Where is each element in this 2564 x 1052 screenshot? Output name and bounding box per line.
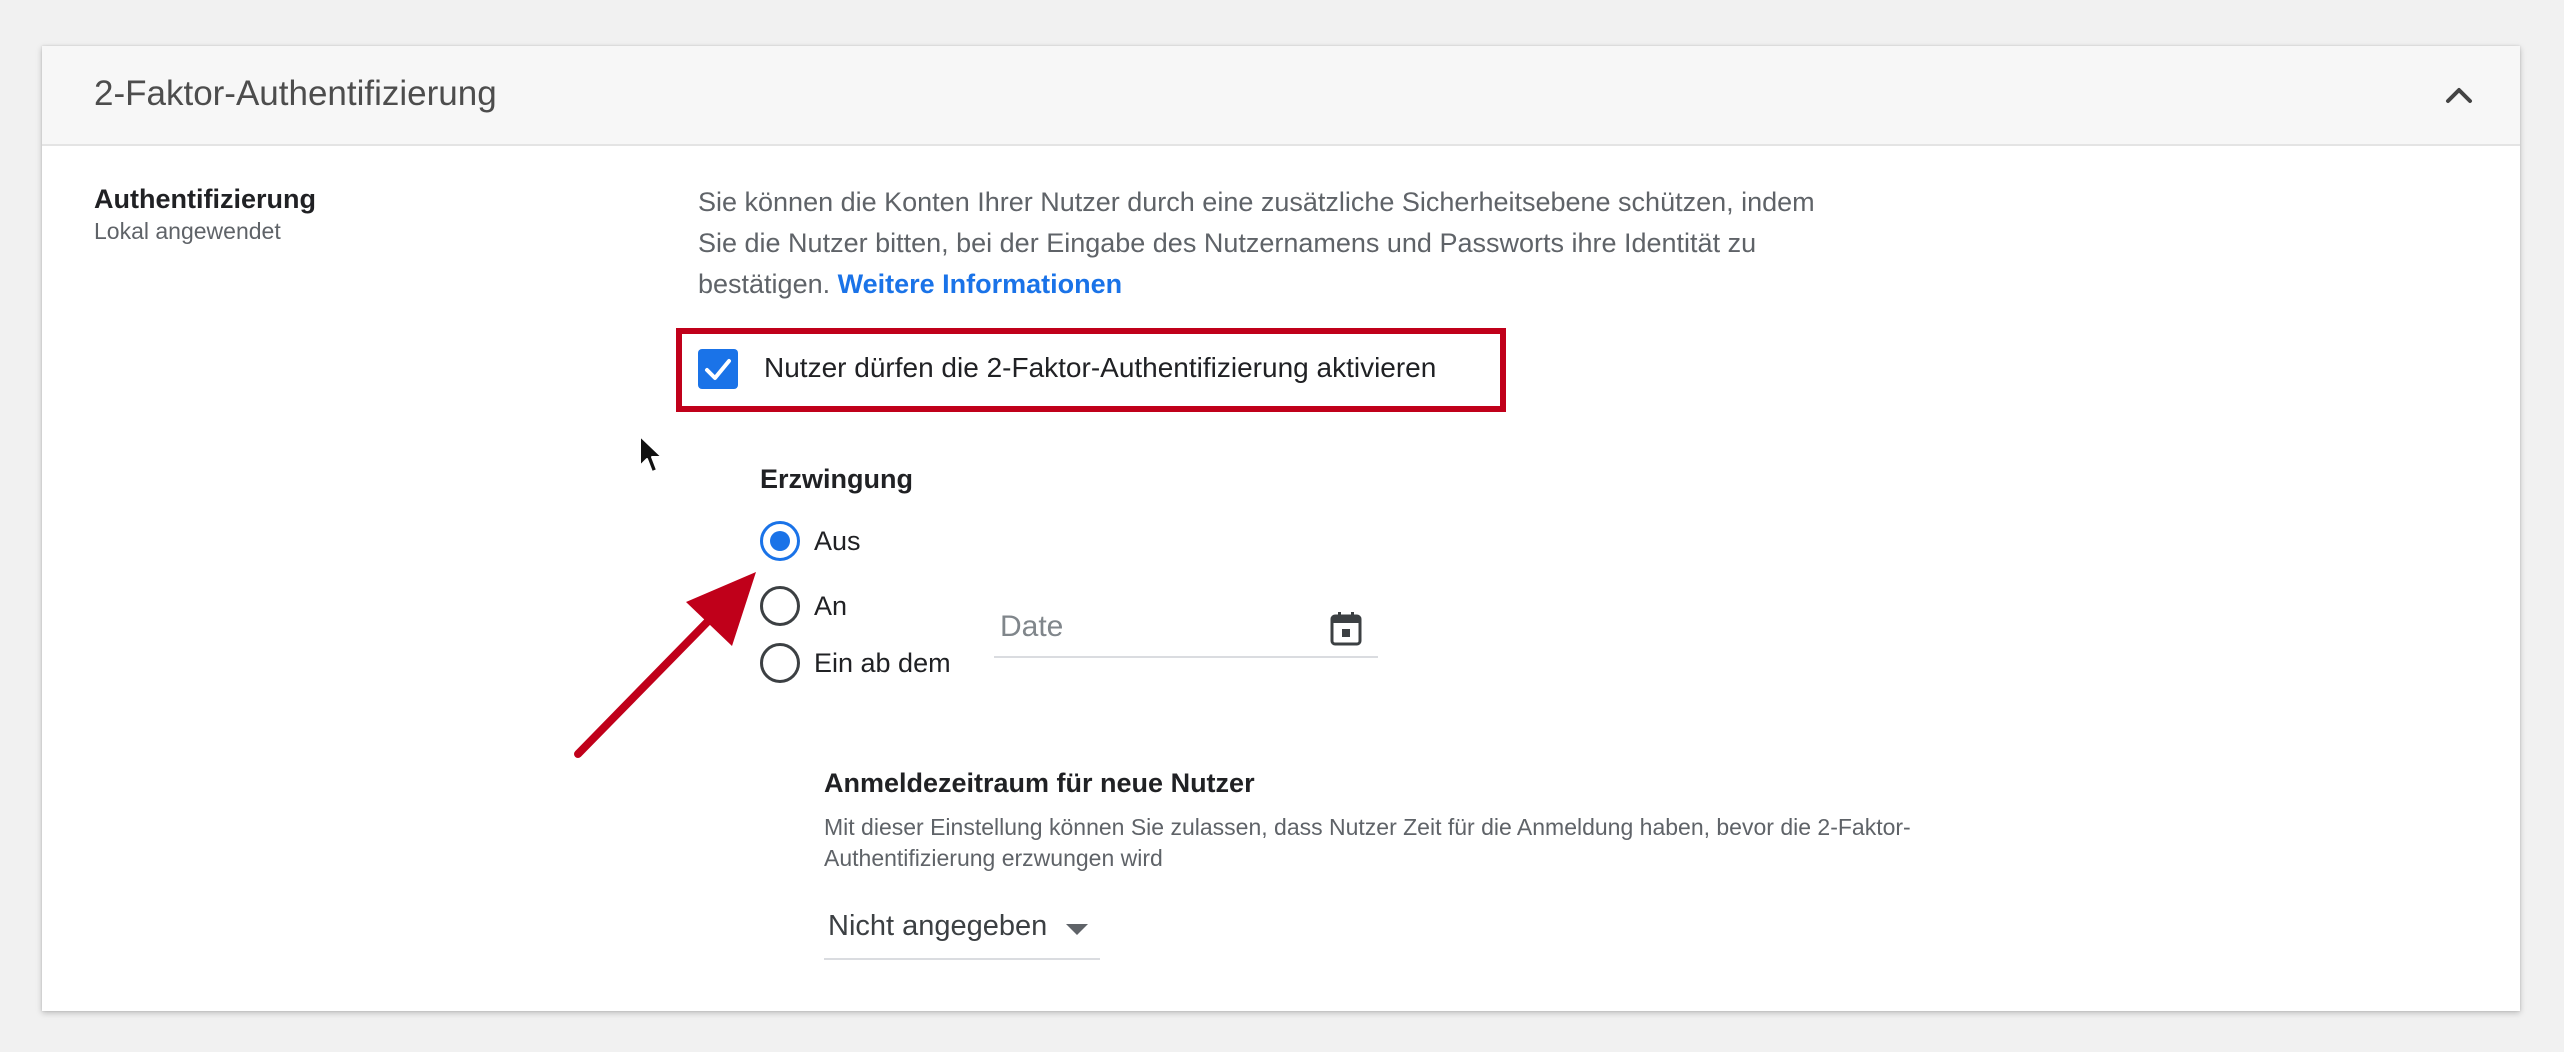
new-user-period-description: Mit dieser Einstellung können Sie zulass… bbox=[824, 814, 1911, 871]
radio-off[interactable] bbox=[760, 521, 800, 561]
allow-2fa-checkbox[interactable] bbox=[698, 349, 738, 389]
radio-on-from-date-label[interactable]: Ein ab dem bbox=[814, 648, 951, 679]
enforcement-title: Erzwingung bbox=[760, 464, 913, 494]
caret-down-icon bbox=[1066, 924, 1088, 935]
radio-on-from-date[interactable] bbox=[760, 643, 800, 683]
radio-off-label[interactable]: Aus bbox=[814, 526, 861, 557]
date-placeholder: Date bbox=[1000, 610, 1064, 643]
new-user-period-dropdown[interactable]: Nicht angegeben bbox=[824, 902, 1100, 960]
settings-card: 2-Faktor-Authentifizierung Authentifizie… bbox=[42, 46, 2520, 1011]
learn-more-link[interactable]: Weitere Informationen bbox=[838, 269, 1123, 299]
calendar-icon[interactable] bbox=[1328, 610, 1364, 648]
mouse-cursor-icon bbox=[639, 435, 663, 473]
section-sublabel: Lokal angewendet bbox=[94, 218, 281, 244]
radio-on[interactable] bbox=[760, 586, 800, 626]
chevron-up-icon[interactable] bbox=[2442, 80, 2476, 110]
section-label: Authentifizierung bbox=[94, 184, 316, 214]
check-icon bbox=[705, 359, 731, 380]
allow-2fa-label[interactable]: Nutzer dürfen die 2-Faktor-Authentifizie… bbox=[764, 352, 1436, 384]
card-header[interactable]: 2-Faktor-Authentifizierung bbox=[42, 46, 2520, 146]
date-input[interactable]: Date bbox=[994, 604, 1378, 658]
new-user-period-title: Anmeldezeitraum für neue Nutzer bbox=[824, 768, 1255, 798]
card-title: 2-Faktor-Authentifizierung bbox=[94, 74, 497, 113]
radio-on-label[interactable]: An bbox=[814, 591, 847, 622]
section-description: Sie können die Konten Ihrer Nutzer durch… bbox=[698, 182, 1838, 305]
dropdown-value: Nicht angegeben bbox=[828, 910, 1048, 942]
